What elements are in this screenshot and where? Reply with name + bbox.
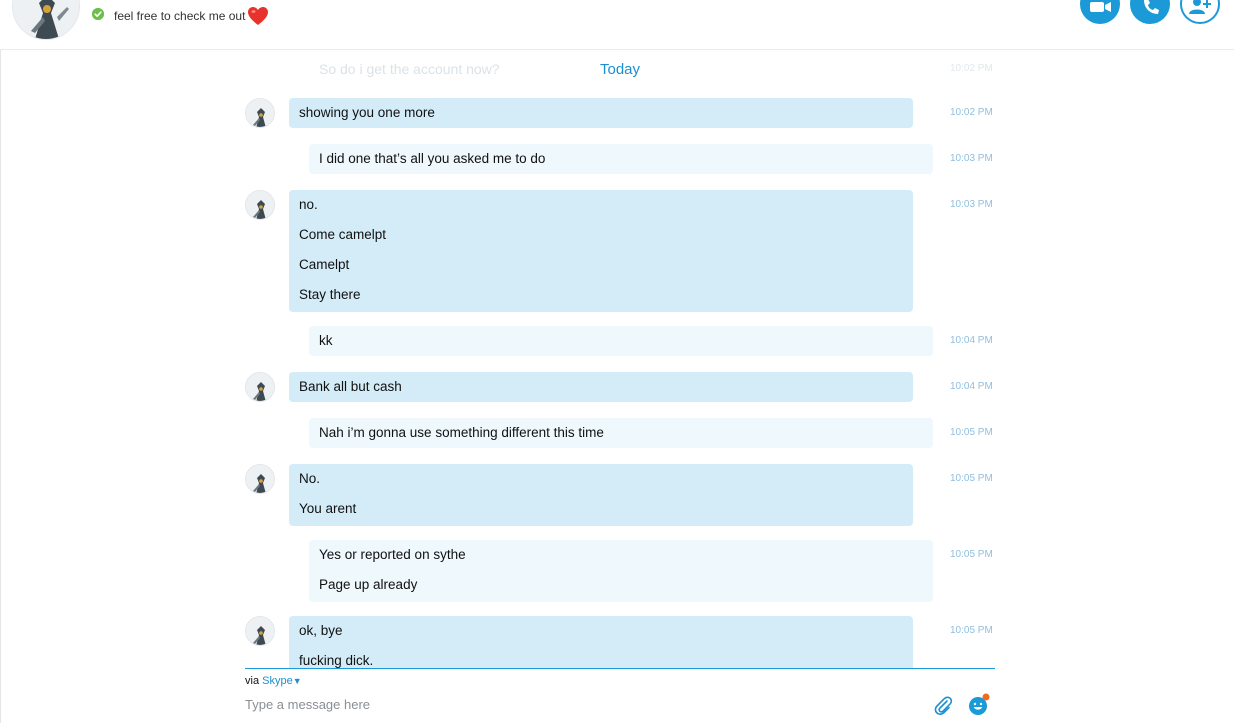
incoming-message-bubble[interactable]: no. Come camelpt Camelpt Stay there <box>289 190 913 312</box>
message-text: showing you one more <box>299 105 435 120</box>
message-text: Bank all but cash <box>299 379 402 394</box>
conversation-header: feel free to check me out <box>0 0 1234 50</box>
message-timestamp: 10:05 PM <box>950 625 993 636</box>
message-text: Page up already <box>319 577 418 592</box>
message-timestamp: 10:03 PM <box>950 153 993 164</box>
mood-message: feel free to check me out <box>114 6 269 26</box>
message-text: Stay there <box>299 287 361 302</box>
message-text: I did one that’s all you asked me to do <box>319 151 546 166</box>
incoming-message-bubble[interactable]: Bank all but cash <box>289 372 913 402</box>
outgoing-message-bubble[interactable]: Yes or reported on sythe Page up already <box>309 540 933 602</box>
sender-avatar[interactable] <box>245 372 275 402</box>
message-timestamp: 10:02 PM <box>950 107 993 118</box>
incoming-message-bubble[interactable]: ok, bye fucking dick. <box>289 616 913 669</box>
incoming-message-bubble[interactable]: No. You arent <box>289 464 913 526</box>
message-text: Come camelpt <box>299 227 387 242</box>
call-icon <box>1144 0 1159 14</box>
message-history[interactable]: So do i get the account now? 10:02 PM To… <box>0 51 1234 669</box>
message-input[interactable] <box>245 694 905 714</box>
message-text: No. <box>299 471 321 486</box>
emoticon-button[interactable] <box>967 693 990 715</box>
message-text: no. <box>299 197 318 212</box>
outgoing-message-bubble[interactable]: Nah i’m gonna use something different th… <box>309 418 933 448</box>
sender-avatar[interactable] <box>245 98 275 128</box>
smiley-icon <box>969 693 990 715</box>
previous-message-time: 10:02 PM <box>950 63 993 74</box>
date-separator: Today <box>599 61 641 78</box>
contact-avatar[interactable] <box>12 0 80 40</box>
message-timestamp: 10:05 PM <box>950 427 993 438</box>
heart-icon <box>247 6 269 26</box>
attach-icon[interactable] <box>932 694 954 716</box>
status-available-icon <box>92 8 104 20</box>
message-text: Nah i’m gonna use something different th… <box>319 425 604 440</box>
service-name[interactable]: Skype <box>262 675 293 687</box>
message-text: You arent <box>299 501 357 516</box>
message-text: ok, bye <box>299 623 343 638</box>
chevron-down-icon[interactable]: ▼ <box>293 676 302 686</box>
message-text: Yes or reported on sythe <box>319 547 466 562</box>
outgoing-message-bubble[interactable]: I did one that’s all you asked me to do <box>309 144 933 174</box>
audio-call-button[interactable] <box>1130 0 1170 24</box>
add-people-icon <box>1189 0 1211 14</box>
add-people-button[interactable] <box>1180 0 1220 24</box>
via-service-selector[interactable]: via Skype▼ <box>245 675 302 687</box>
sender-avatar[interactable] <box>245 190 275 220</box>
mood-text: feel free to check me out <box>114 9 246 23</box>
via-label: via <box>245 675 260 687</box>
message-timestamp: 10:04 PM <box>950 381 993 392</box>
video-call-button[interactable] <box>1080 0 1120 24</box>
video-call-icon <box>1090 2 1111 12</box>
message-text: kk <box>319 333 333 348</box>
message-text: fucking dick. <box>299 653 374 668</box>
message-timestamp: 10:05 PM <box>950 549 993 560</box>
sender-avatar[interactable] <box>245 616 275 646</box>
message-timestamp: 10:05 PM <box>950 473 993 484</box>
previous-message: So do i get the account now? <box>319 61 500 77</box>
message-timestamp: 10:03 PM <box>950 199 993 210</box>
compose-divider <box>245 668 995 669</box>
outgoing-message-bubble[interactable]: kk <box>309 326 933 356</box>
message-timestamp: 10:04 PM <box>950 335 993 346</box>
message-text: Camelpt <box>299 257 350 272</box>
incoming-message-bubble[interactable]: showing you one more <box>289 98 913 128</box>
sender-avatar[interactable] <box>245 464 275 494</box>
